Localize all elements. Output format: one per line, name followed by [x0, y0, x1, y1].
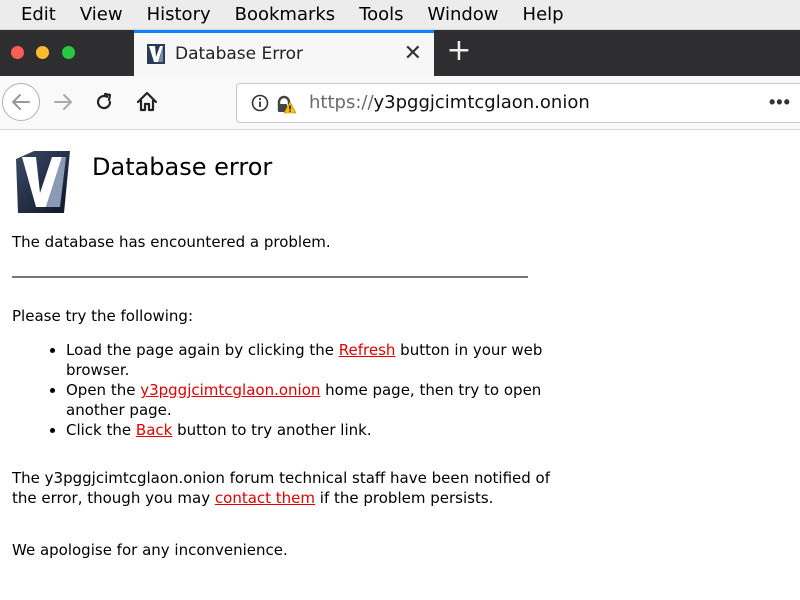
new-tab-button[interactable]: +	[444, 36, 474, 66]
tab-database-error[interactable]: Database Error ✕	[134, 30, 434, 76]
info-icon[interactable]	[251, 94, 269, 112]
more-icon[interactable]: •••	[769, 92, 791, 113]
tab-strip: Database Error ✕ +	[0, 30, 800, 76]
menu-history[interactable]: History	[147, 4, 211, 25]
list-item: Open the y3pggjcimtcglaon.onion home pag…	[66, 380, 566, 420]
nav-toolbar: https://y3pggjcimtcglaon.onion •••	[0, 76, 800, 130]
list-item: Load the page again by clicking the Refr…	[66, 340, 566, 380]
url-host: y3pggjcimtcglaon.onion	[373, 92, 590, 113]
menu-window[interactable]: Window	[428, 4, 499, 25]
forward-arrow-icon	[54, 94, 72, 110]
notice-text: The y3pggjcimtcglaon.onion forum technic…	[12, 468, 552, 508]
intro-text: The database has encountered a problem.	[12, 233, 331, 251]
page-content: Database error The database has encounte…	[0, 130, 800, 600]
home-page-link[interactable]: y3pggjcimtcglaon.onion	[140, 381, 320, 399]
site-logo-icon	[16, 151, 70, 213]
refresh-link[interactable]: Refresh	[339, 341, 396, 359]
list-item-text: Load the page again by clicking the	[66, 341, 339, 359]
list-item-text: Click the	[66, 421, 136, 439]
home-icon	[136, 91, 158, 112]
reload-icon	[96, 92, 112, 110]
try-heading: Please try the following:	[12, 307, 194, 325]
menu-view[interactable]: View	[80, 4, 123, 25]
window-zoom-button[interactable]	[62, 46, 75, 59]
page-title: Database error	[92, 153, 273, 181]
window-close-button[interactable]	[11, 46, 24, 59]
list-item-text: Open the	[66, 381, 141, 399]
contact-link[interactable]: contact them	[215, 489, 315, 507]
notice-after: if the problem persists.	[315, 489, 494, 507]
menu-edit[interactable]: Edit	[21, 4, 56, 25]
url-text[interactable]: https://y3pggjcimtcglaon.onion	[309, 92, 590, 113]
back-button[interactable]	[2, 83, 40, 121]
back-arrow-icon	[12, 94, 30, 110]
reload-button[interactable]	[85, 83, 123, 121]
menu-tools[interactable]: Tools	[359, 4, 403, 25]
tab-close-icon[interactable]: ✕	[404, 41, 422, 65]
list-item: Click the Back button to try another lin…	[66, 420, 566, 440]
url-scheme: https://	[309, 92, 374, 113]
site-logo-icon	[147, 44, 165, 64]
menu-help[interactable]: Help	[523, 4, 564, 25]
apology-text: We apologise for any inconvenience.	[12, 541, 288, 559]
forward-button[interactable]	[44, 83, 82, 121]
list-item-text: button to try another link.	[172, 421, 372, 439]
url-bar[interactable]: https://y3pggjcimtcglaon.onion •••	[236, 83, 800, 123]
tab-title: Database Error	[175, 44, 303, 64]
menu-bookmarks[interactable]: Bookmarks	[235, 4, 336, 25]
tracking-warning-icon[interactable]	[275, 93, 297, 115]
suggestion-list: Load the page again by clicking the Refr…	[42, 340, 566, 440]
divider	[12, 276, 528, 278]
back-link[interactable]: Back	[136, 421, 172, 439]
window-minimize-button[interactable]	[36, 46, 49, 59]
home-button[interactable]	[128, 83, 166, 121]
menu-bar: Edit View History Bookmarks Tools Window…	[0, 0, 800, 30]
